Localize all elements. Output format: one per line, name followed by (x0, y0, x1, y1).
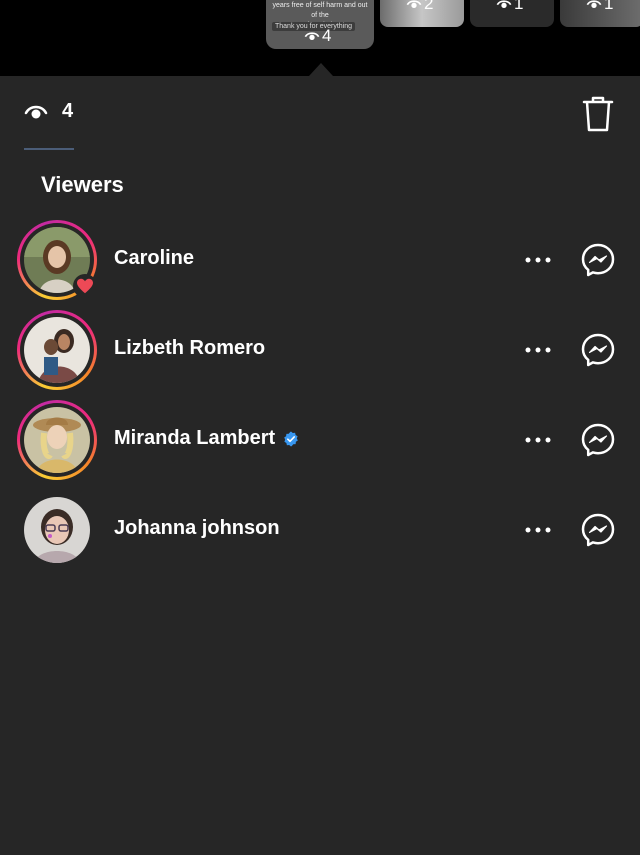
story-view-count: 1 (586, 0, 613, 14)
tab-underline (24, 148, 74, 150)
story-view-count: 1 (496, 0, 523, 14)
messenger-icon[interactable] (580, 422, 616, 458)
viewer-row[interactable]: Lizbeth Romero (0, 310, 640, 400)
avatar[interactable] (17, 220, 97, 300)
story-view-count: 4 (304, 26, 331, 46)
eye-icon (24, 103, 48, 121)
eye-icon (586, 0, 602, 8)
viewer-row[interactable]: Caroline (0, 220, 640, 310)
viewer-name[interactable]: Lizbeth Romero (114, 337, 265, 360)
story-thumbnail[interactable]: 1 (470, 0, 554, 27)
verified-badge-icon (284, 431, 298, 446)
story-view-count: 2 (406, 0, 433, 14)
viewer-row[interactable]: Miranda Lambert (0, 400, 640, 490)
viewer-name[interactable]: Miranda Lambert (114, 427, 299, 450)
section-title: Viewers (41, 172, 124, 197)
avatar-photo (24, 317, 90, 383)
avatar[interactable] (17, 310, 97, 390)
messenger-icon[interactable] (580, 242, 616, 278)
more-dots-icon[interactable] (524, 520, 552, 540)
story-thumbnail[interactable]: 1 (560, 0, 640, 27)
viewer-row[interactable]: Johanna johnson (0, 490, 640, 580)
viewers-tab[interactable]: 4 (24, 100, 73, 123)
eye-icon (496, 0, 512, 8)
messenger-icon[interactable] (580, 332, 616, 368)
view-count-number: 4 (62, 100, 74, 122)
active-story-pointer (309, 63, 333, 76)
more-dots-icon[interactable] (524, 430, 552, 450)
more-dots-icon[interactable] (524, 340, 552, 360)
story-thumbnail-active[interactable]: years free of self harm and out of the h… (266, 0, 374, 49)
viewer-name[interactable]: Caroline (114, 247, 194, 270)
story-strip: years free of self harm and out of the h… (0, 0, 640, 76)
avatar[interactable] (17, 400, 97, 480)
eye-icon (304, 32, 320, 40)
story-thumbnail[interactable]: 2 (380, 0, 464, 27)
trash-icon[interactable] (582, 95, 614, 133)
avatar[interactable] (17, 490, 97, 570)
avatar-photo (24, 497, 90, 563)
eye-icon (406, 0, 422, 8)
heart-icon (73, 274, 97, 298)
more-dots-icon[interactable] (524, 250, 552, 270)
avatar-photo (24, 407, 90, 473)
messenger-icon[interactable] (580, 512, 616, 548)
viewer-name[interactable]: Johanna johnson (114, 517, 280, 540)
